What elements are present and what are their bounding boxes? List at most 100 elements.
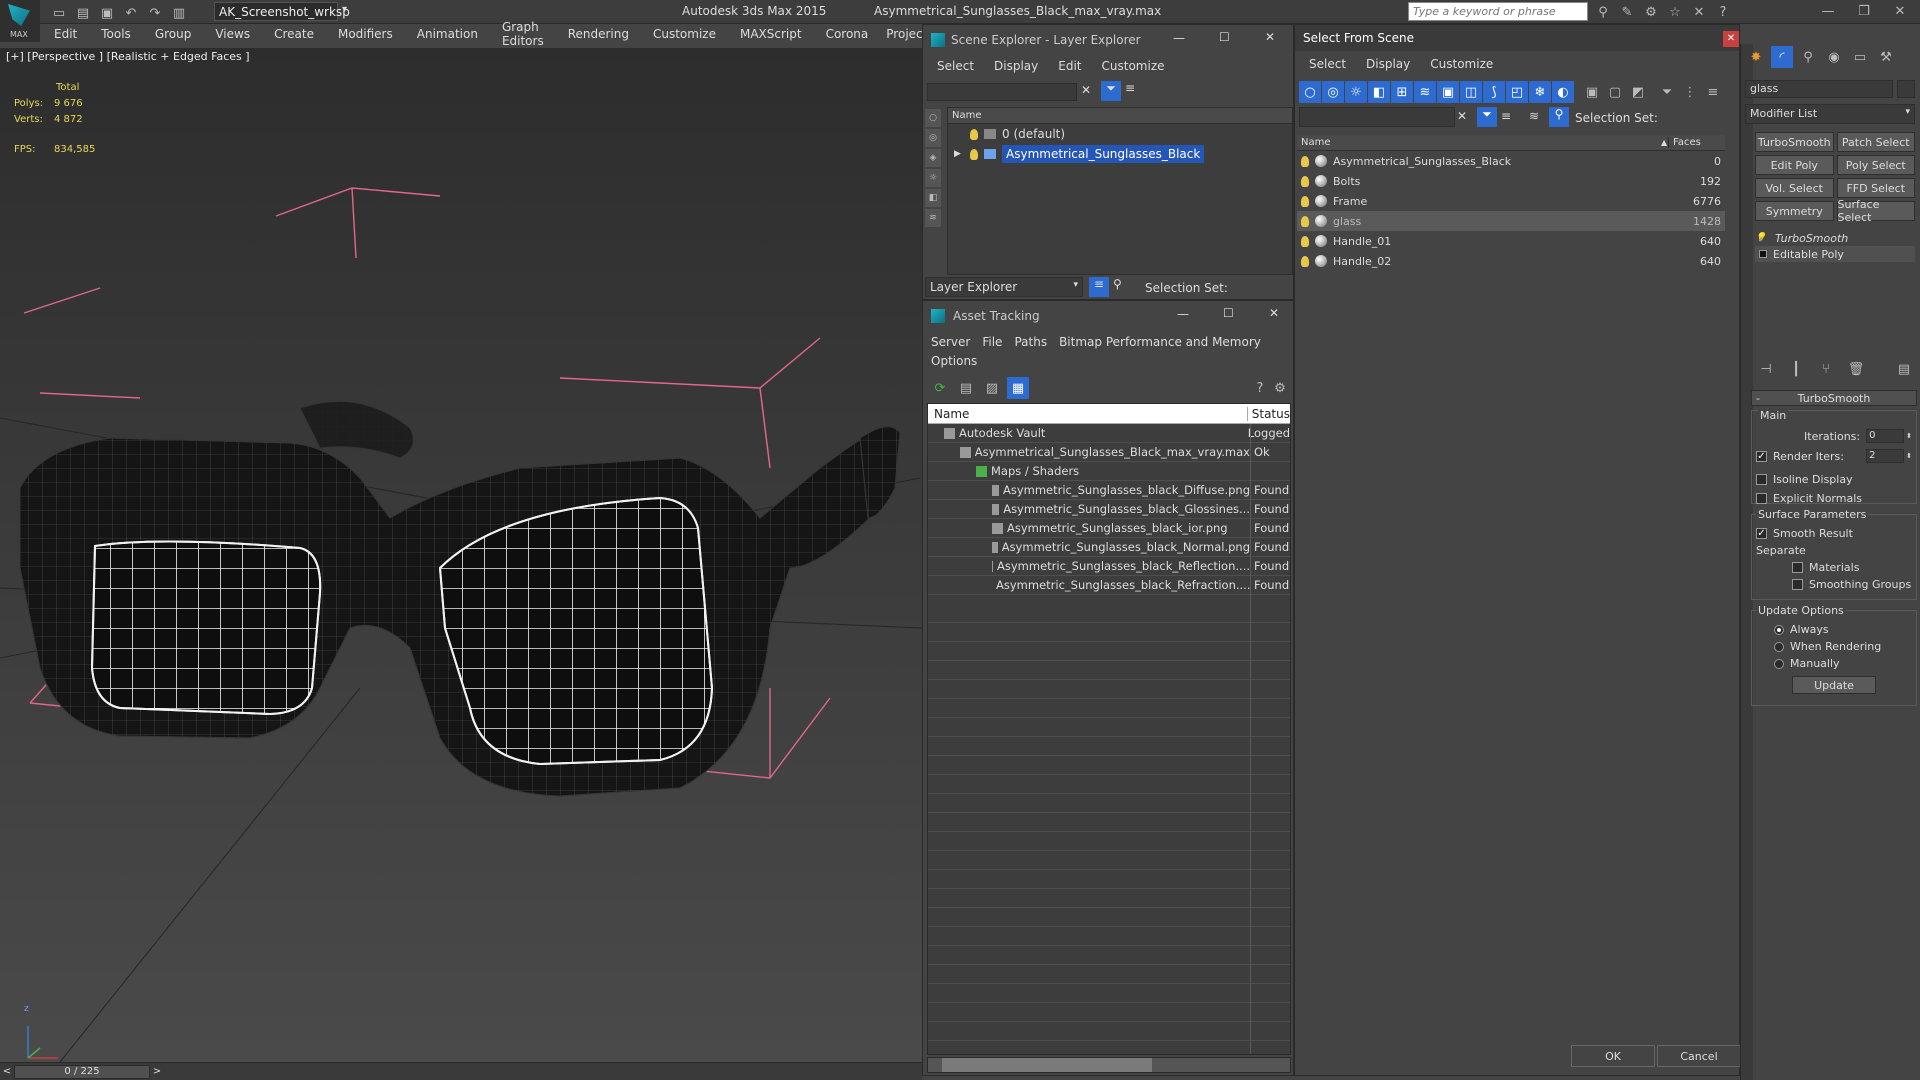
object-color-swatch[interactable] — [1897, 80, 1915, 98]
modify-tab-icon[interactable]: ◜ — [1771, 46, 1793, 68]
se-col-header[interactable]: Name — [948, 108, 1292, 124]
search-box[interactable] — [1408, 2, 1588, 21]
mod-symmetry-button[interactable]: Symmetry — [1755, 201, 1834, 221]
sfs-display-frozen-icon[interactable]: ❄ — [1529, 81, 1551, 103]
open-file-icon[interactable]: ▤ — [72, 2, 94, 24]
sfs-display-groups-icon[interactable]: ▣ — [1437, 81, 1459, 103]
x-close-info-icon[interactable]: ✕ — [1688, 1, 1710, 23]
new-file-icon[interactable]: ▭ — [48, 2, 70, 24]
asset-row[interactable]: Asymmetric_Sunglasses_black_ior.png Found — [928, 519, 1290, 538]
asset-row[interactable]: Asymmetric_Sunglasses_black_Reflection..… — [928, 557, 1290, 576]
smooth-result-checkbox[interactable]: ✓ — [1756, 528, 1767, 539]
rollout-title[interactable]: - TurboSmooth — [1751, 390, 1917, 406]
mod-turbosmooth-button[interactable]: TurboSmooth — [1755, 132, 1834, 152]
sfs-menu-display[interactable]: Display — [1366, 57, 1410, 71]
mod-patch-select-button[interactable]: Patch Select — [1836, 132, 1915, 152]
sfs-col-name[interactable]: Name — [1297, 137, 1669, 148]
sfs-select-none-icon[interactable]: ▢ — [1604, 81, 1626, 103]
se-layer-row[interactable]: 0 (default) — [948, 124, 1292, 144]
sfs-close-icon[interactable]: ✕ — [1723, 31, 1739, 47]
se-display-objects-icon[interactable]: ○ — [925, 109, 941, 127]
help-icon[interactable]: ? — [1712, 1, 1734, 23]
at-minimize-icon[interactable]: — — [1177, 307, 1189, 321]
visibility-bulb-icon[interactable] — [1301, 255, 1309, 267]
thumbnail-view-icon[interactable]: ▨ — [981, 377, 1003, 399]
at-help-icon[interactable]: ? — [1249, 377, 1271, 399]
workspace-dropdown[interactable]: AK_Screenshot_wrksp — [214, 2, 350, 21]
at-menu-paths[interactable]: Paths — [1014, 335, 1047, 349]
smoothing-groups-checkbox[interactable] — [1792, 579, 1803, 590]
se-hierarchy-icon[interactable]: ⚲ — [1113, 277, 1122, 291]
sfs-col-faces[interactable]: Faces — [1669, 137, 1701, 148]
sfs-display-helpers-icon[interactable]: ⊞ — [1391, 81, 1413, 103]
time-slider[interactable]: 0 / 225 — [14, 1064, 150, 1079]
always-radio[interactable] — [1774, 624, 1784, 635]
scene-object-row[interactable]: glass 1428 — [1297, 211, 1725, 231]
search-input[interactable] — [1409, 3, 1587, 20]
timeline-next-button[interactable]: > — [150, 1066, 164, 1077]
mod-ffd-select-button[interactable]: FFD Select — [1836, 178, 1915, 198]
sfs-filter-icon[interactable]: ⏷ — [1656, 81, 1678, 103]
scene-object-row[interactable]: Asymmetrical_Sunglasses_Black 0 — [1297, 151, 1725, 171]
at-menu-bitmap[interactable]: Bitmap Performance and Memory — [1059, 335, 1261, 349]
star-icon[interactable]: ☆ — [1664, 1, 1686, 23]
sfs-menu-select[interactable]: Select — [1309, 57, 1346, 71]
menu-create[interactable]: Create — [274, 27, 314, 41]
sfs-display-bones-icon[interactable]: ⟆ — [1483, 81, 1505, 103]
sfs-clear-search-icon[interactable]: ✕ — [1457, 109, 1467, 123]
render-iters-checkbox[interactable]: ✓ — [1756, 450, 1767, 462]
visibility-bulb-icon[interactable] — [1301, 195, 1309, 207]
se-clear-search-icon[interactable]: ✕ — [1081, 83, 1091, 97]
spinner-arrows-icon[interactable]: ⬍ — [1906, 452, 1912, 460]
redo-icon[interactable]: ↷ — [144, 2, 166, 24]
refresh-icon[interactable]: ⟳ — [929, 377, 951, 399]
menu-edit[interactable]: Edit — [54, 27, 77, 41]
sfs-options-icon[interactable]: ≡ — [1702, 81, 1724, 103]
at-col-name[interactable]: Name — [928, 406, 1248, 421]
visibility-bulb-icon[interactable] — [1301, 215, 1309, 227]
sfs-hierarchy-icon[interactable]: ⋮ — [1679, 81, 1701, 103]
at-close-icon[interactable]: ✕ — [1269, 306, 1279, 320]
render-iters-spinner[interactable]: 2 — [1866, 449, 1905, 463]
sfs-display-containers-icon[interactable]: ◰ — [1506, 81, 1528, 103]
sfs-find-icon[interactable]: ⏷ — [1477, 107, 1497, 127]
sfs-ok-button[interactable]: OK — [1571, 1045, 1655, 1067]
mod-surface-select-button[interactable]: Surface Select — [1836, 198, 1915, 224]
at-menu-options[interactable]: Options — [931, 354, 977, 368]
motion-tab-icon[interactable]: ◉ — [1823, 46, 1845, 68]
make-unique-icon[interactable]: ⑂ — [1815, 358, 1837, 380]
app-logo[interactable]: MAX — [0, 0, 40, 42]
menu-animation[interactable]: Animation — [417, 27, 478, 41]
utilities-tab-icon[interactable]: ⚒ — [1875, 46, 1897, 68]
sfs-menu-customize[interactable]: Customize — [1430, 57, 1493, 71]
sfs-hier-icon[interactable]: ⚲ — [1549, 107, 1569, 127]
remove-modifier-icon[interactable]: 🗑 — [1845, 358, 1867, 380]
asset-row[interactable]: Asymmetric_Sunglasses_black_Normal.png Fo… — [928, 538, 1290, 557]
at-table-header[interactable]: Name Status — [928, 404, 1290, 424]
sfs-cancel-button[interactable]: Cancel — [1657, 1045, 1741, 1067]
tools-icon[interactable]: ✎ — [1616, 1, 1638, 23]
asset-row[interactable]: Autodesk Vault Logged — [928, 424, 1290, 443]
sfs-display-geometry-icon[interactable]: ○ — [1299, 81, 1321, 103]
at-col-status[interactable]: Status — [1248, 407, 1290, 421]
materials-checkbox[interactable] — [1792, 562, 1803, 573]
at-titlebar[interactable]: Asset Tracking — ☐ ✕ — [923, 301, 1293, 331]
se-menu-edit[interactable]: Edit — [1058, 59, 1081, 73]
save-file-icon[interactable]: ▣ — [96, 2, 118, 24]
spinner-arrows-icon[interactable]: ⬍ — [1906, 432, 1912, 440]
close-window-icon[interactable]: ✕ — [1882, 0, 1918, 22]
se-filter-icon[interactable]: ⏷ — [1101, 81, 1121, 101]
expand-arrow-icon[interactable]: ▶ — [954, 149, 970, 159]
sfs-table-header[interactable]: Name ▲ Faces — [1297, 135, 1725, 151]
se-menu-select[interactable]: Select — [937, 59, 974, 73]
menu-group[interactable]: Group — [155, 27, 192, 41]
layer-visibility-icon[interactable] — [970, 148, 978, 160]
se-display-shapes-icon[interactable]: ◈ — [925, 149, 941, 167]
workspace-chevron-icon[interactable]: ▾ — [342, 4, 347, 15]
project-folder-icon[interactable]: ▥ — [168, 2, 190, 24]
se-layer-manager-icon[interactable]: ≡ — [1089, 277, 1109, 297]
at-maximize-icon[interactable]: ☐ — [1223, 306, 1234, 320]
layer-visibility-icon[interactable] — [970, 128, 978, 140]
se-display-helpers-icon[interactable]: ≋ — [925, 209, 941, 227]
at-horizontal-scrollbar[interactable] — [927, 1057, 1291, 1073]
